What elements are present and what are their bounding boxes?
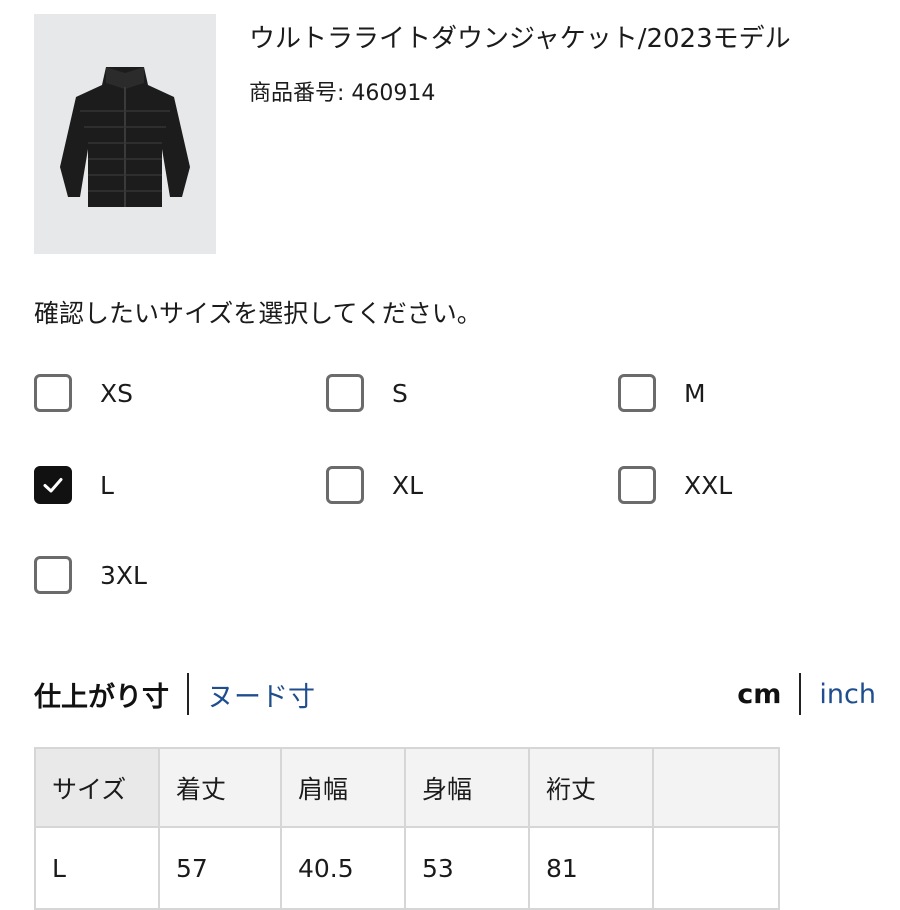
down-jacket-image — [60, 67, 190, 207]
size-chart-table: サイズ 着丈 肩幅 身幅 裄丈 L 57 40.5 53 81 — [34, 747, 780, 910]
table-row: L 57 40.5 53 81 — [34, 826, 780, 910]
size-label: XS — [100, 378, 133, 408]
product-name: ウルトラライトダウンジャケット/2023モデル — [249, 24, 791, 54]
checkbox[interactable] — [618, 374, 656, 412]
size-option-xl[interactable]: XL — [326, 466, 423, 504]
size-option-l[interactable]: L — [34, 466, 114, 504]
cell-empty — [652, 826, 780, 910]
divider — [799, 673, 802, 715]
size-option-xxl[interactable]: XXL — [618, 466, 732, 504]
tab-finished-size[interactable]: 仕上がり寸 — [34, 675, 169, 714]
cell-sleeve: 81 — [528, 826, 654, 910]
size-prompt: 確認したいサイズを選択してください。 — [34, 299, 482, 328]
divider — [187, 673, 189, 715]
size-option-m[interactable]: M — [618, 374, 706, 412]
header-length: 着丈 — [158, 747, 282, 828]
header-empty — [652, 747, 780, 828]
checkbox[interactable] — [34, 556, 72, 594]
size-label: S — [392, 378, 408, 408]
cell-chest: 53 — [404, 826, 530, 910]
size-option-3xl[interactable]: 3XL — [34, 556, 147, 594]
size-label: XL — [392, 470, 424, 500]
size-label: M — [684, 378, 706, 408]
checkmark-icon — [43, 478, 63, 493]
checkbox[interactable] — [326, 466, 364, 504]
measurement-tabs: 仕上がり寸 ヌード寸 — [34, 670, 315, 718]
header-chest: 身幅 — [404, 747, 530, 828]
cell-size: L — [34, 826, 160, 910]
header-sleeve: 裄丈 — [528, 747, 654, 828]
checkbox[interactable] — [326, 374, 364, 412]
cell-length: 57 — [158, 826, 282, 910]
product-number: 商品番号: 460914 — [249, 81, 436, 106]
cell-shoulder: 40.5 — [280, 826, 406, 910]
checkbox[interactable] — [618, 466, 656, 504]
table-header-row: サイズ 着丈 肩幅 身幅 裄丈 — [34, 747, 780, 828]
size-label: L — [100, 470, 114, 500]
unit-cm[interactable]: cm — [737, 679, 781, 710]
unit-inch[interactable]: inch — [819, 679, 876, 710]
header-size: サイズ — [34, 747, 160, 828]
checkbox-checked[interactable] — [34, 466, 72, 504]
size-option-s[interactable]: S — [326, 374, 408, 412]
checkbox[interactable] — [34, 374, 72, 412]
product-thumbnail[interactable] — [34, 14, 216, 254]
size-label: 3XL — [100, 560, 147, 590]
header-shoulder: 肩幅 — [280, 747, 406, 828]
unit-toggle: cm inch — [737, 670, 876, 718]
size-label: XXL — [684, 470, 733, 500]
size-option-xs[interactable]: XS — [34, 374, 133, 412]
tab-body-size[interactable]: ヌード寸 — [207, 675, 315, 714]
